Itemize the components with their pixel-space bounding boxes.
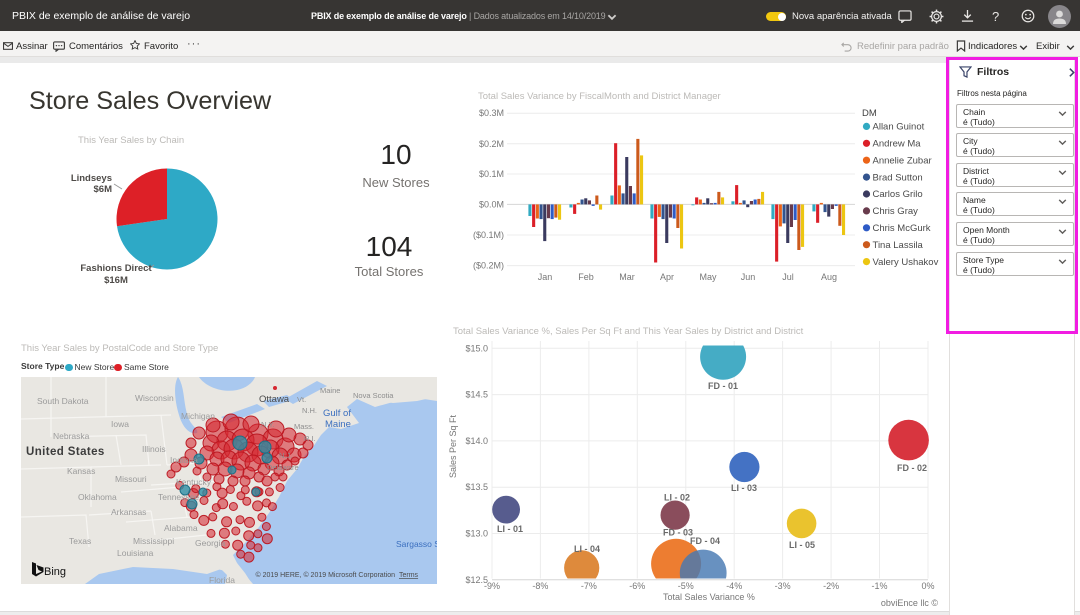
svg-text:Jan: Jan [538, 272, 553, 282]
svg-text:Andrew Ma: Andrew Ma [873, 139, 922, 150]
svg-text:Carlos Grilo: Carlos Grilo [873, 189, 923, 200]
svg-text:Brad Sutton: Brad Sutton [873, 172, 923, 183]
svg-text:Mar: Mar [619, 272, 635, 282]
svg-text:-8%: -8% [532, 581, 548, 591]
svg-text:-5%: -5% [678, 581, 694, 591]
svg-text:Feb: Feb [578, 272, 594, 282]
svg-text:$0.3M: $0.3M [479, 108, 504, 118]
svg-text:$14.5: $14.5 [465, 390, 488, 400]
svg-text:LI - 03: LI - 03 [731, 483, 757, 493]
svg-text:-3%: -3% [775, 581, 791, 591]
svg-text:Tina Lassila: Tina Lassila [873, 240, 924, 251]
svg-text:Chris McGurk: Chris McGurk [873, 223, 931, 234]
svg-text:May: May [699, 272, 717, 282]
svg-text:$13.5: $13.5 [465, 482, 488, 492]
svg-text:($0.1M): ($0.1M) [473, 230, 504, 240]
svg-text:-2%: -2% [823, 581, 839, 591]
svg-text:$13.0: $13.0 [465, 529, 488, 539]
svg-text:Jun: Jun [741, 272, 756, 282]
svg-text:Apr: Apr [660, 272, 674, 282]
svg-text:$14.0: $14.0 [465, 436, 488, 446]
svg-text:Total Sales Variance %: Total Sales Variance % [663, 592, 755, 602]
svg-text:Sales Per Sq Ft: Sales Per Sq Ft [448, 414, 458, 478]
svg-text:Chris Gray: Chris Gray [873, 206, 919, 217]
svg-text:FD - 02: FD - 02 [897, 463, 927, 473]
svg-text:FD - 01: FD - 01 [708, 381, 738, 391]
svg-text:Allan Guinot: Allan Guinot [873, 122, 925, 133]
svg-text:$0.0M: $0.0M [479, 199, 504, 209]
svg-text:$15.0: $15.0 [465, 343, 488, 353]
svg-text:$0.2M: $0.2M [479, 139, 504, 149]
svg-text:0%: 0% [921, 581, 934, 591]
svg-text:-1%: -1% [871, 581, 887, 591]
svg-text:Jul: Jul [782, 272, 794, 282]
svg-text:$0.1M: $0.1M [479, 169, 504, 179]
svg-text:DM: DM [862, 108, 877, 119]
svg-text:Valery Ushakov: Valery Ushakov [873, 257, 939, 268]
svg-text:LI - 05: LI - 05 [789, 540, 815, 550]
svg-text:FD - 03: FD - 03 [663, 528, 693, 538]
svg-text:Aug: Aug [821, 272, 837, 282]
svg-text:($0.2M): ($0.2M) [473, 261, 504, 271]
svg-text:-4%: -4% [726, 581, 742, 591]
svg-text:LI - 04: LI - 04 [574, 544, 600, 554]
svg-text:LI - 01: LI - 01 [497, 524, 523, 534]
svg-text:obviEnce llc ©: obviEnce llc © [881, 598, 939, 608]
svg-text:FD - 04: FD - 04 [690, 536, 720, 546]
svg-text:Annelie Zubar: Annelie Zubar [873, 155, 932, 166]
svg-text:-6%: -6% [629, 581, 645, 591]
svg-text:LI - 02: LI - 02 [664, 493, 690, 503]
svg-text:-7%: -7% [581, 581, 597, 591]
svg-text:-9%: -9% [484, 581, 500, 591]
